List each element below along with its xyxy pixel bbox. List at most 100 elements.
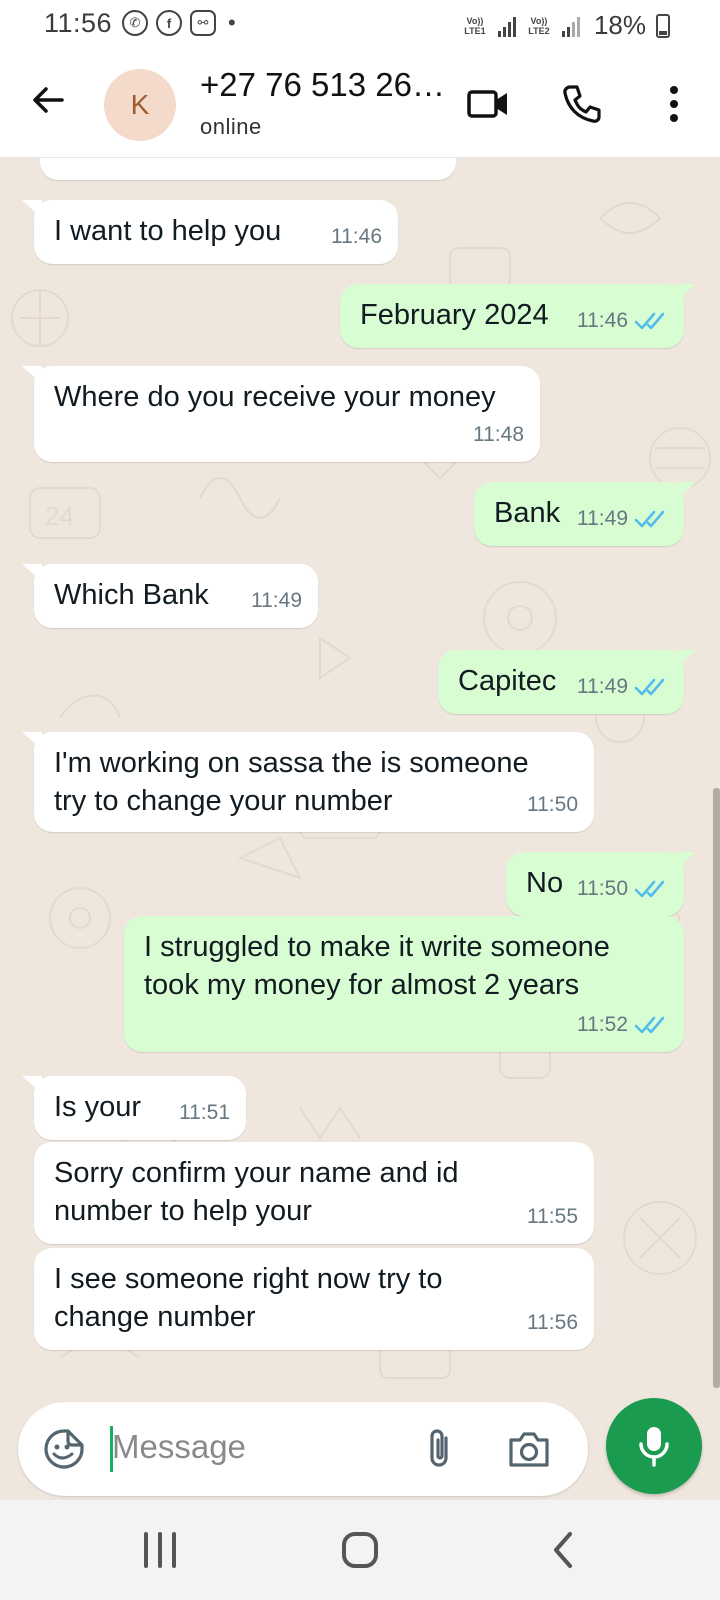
battery-percent: 18% xyxy=(593,10,646,40)
messenger-icon: ⚯ xyxy=(190,10,216,36)
message-text: I see someone right now try to change nu… xyxy=(54,1263,443,1333)
message-text: Which Bank xyxy=(54,579,209,611)
message-text: Where do you receive your money xyxy=(54,381,496,413)
message-meta: 11:52 xyxy=(577,1006,668,1044)
message-meta: 11:49 xyxy=(251,582,302,620)
bubble-tail xyxy=(22,732,42,750)
message-meta: 11:56 xyxy=(527,1304,578,1342)
back-arrow-icon[interactable] xyxy=(28,80,68,120)
message-time: 11:46 xyxy=(577,309,628,332)
partial-message-bubble xyxy=(40,158,456,180)
whatsapp-icon: ✆ xyxy=(122,10,148,36)
message-meta: 11:50 xyxy=(527,786,578,824)
incoming-message[interactable]: Where do you receive your money 11:48 xyxy=(22,366,540,462)
message-time: 11:49 xyxy=(577,507,628,530)
outgoing-message[interactable]: February 2024 11:46 xyxy=(340,284,696,348)
outgoing-message[interactable]: No 11:50 xyxy=(506,852,696,916)
message-meta: 11:49 xyxy=(577,668,668,706)
incoming-message[interactable]: I see someone right now try to change nu… xyxy=(34,1248,594,1350)
message-time: 11:46 xyxy=(331,225,382,248)
bubble-tail xyxy=(676,482,696,500)
message-time: 11:48 xyxy=(473,423,524,446)
avatar-letter: K xyxy=(130,89,150,120)
read-receipt-icon xyxy=(634,1016,665,1034)
recent-apps-icon[interactable] xyxy=(140,1530,180,1570)
message-text: I'm working on sassa the is someone try … xyxy=(54,747,529,817)
video-call-icon[interactable] xyxy=(466,82,510,126)
bubble-tail xyxy=(676,284,696,302)
incoming-message[interactable]: I'm working on sassa the is someone try … xyxy=(22,732,594,832)
read-receipt-icon xyxy=(634,678,665,696)
message-text: February 2024 xyxy=(360,299,549,331)
chat-area[interactable]: 24 I want to help you 11:46 February 2024 1… xyxy=(0,158,720,1400)
contact-name[interactable]: +27 76 513 26… xyxy=(200,66,450,104)
chat-header: K +27 76 513 26… online xyxy=(0,52,720,158)
incoming-message[interactable]: I want to help you 11:46 xyxy=(22,200,398,264)
incoming-message[interactable]: Which Bank 11:49 xyxy=(22,564,318,628)
incoming-message[interactable]: Sorry confirm your name and id number to… xyxy=(34,1142,594,1244)
outgoing-message[interactable]: Bank 11:49 xyxy=(474,482,696,546)
message-time: 11:50 xyxy=(527,793,578,816)
bubble-tail xyxy=(676,852,696,870)
sim2-network-label: Vo)) LTE2 xyxy=(528,15,550,36)
bubble-tail xyxy=(22,200,42,218)
outgoing-message[interactable]: Capitec 11:49 xyxy=(438,650,696,714)
message-time: 11:52 xyxy=(577,1013,628,1036)
more-notifications-dot: • xyxy=(228,10,236,35)
sim1-network-label: Vo)) LTE1 xyxy=(464,15,486,36)
camera-icon[interactable] xyxy=(506,1428,552,1470)
read-receipt-icon xyxy=(634,510,665,528)
message-meta: 11:48 xyxy=(473,416,524,454)
incoming-message[interactable]: Is your 11:51 xyxy=(22,1076,246,1140)
message-input-container[interactable]: Message xyxy=(18,1402,588,1496)
home-icon[interactable] xyxy=(340,1530,380,1570)
contact-status: online xyxy=(200,114,262,139)
message-text: Bank xyxy=(494,497,561,529)
bubble-tail xyxy=(22,366,42,384)
message-text: Sorry confirm your name and id number to… xyxy=(54,1157,459,1227)
message-meta: 11:50 xyxy=(577,870,668,908)
bubble-tail xyxy=(22,564,42,582)
message-time: 11:51 xyxy=(179,1101,230,1124)
mic-icon xyxy=(639,1427,669,1467)
composer-bar: Message xyxy=(0,1398,720,1500)
message-time: 11:49 xyxy=(251,589,302,612)
status-right: Vo)) LTE1 Vo)) LTE2 18% xyxy=(460,10,670,41)
avatar[interactable]: K xyxy=(104,69,176,141)
message-meta: 11:51 xyxy=(179,1094,230,1132)
status-bar: 11:56 ✆ f ⚯ • Vo)) LTE1 Vo)) LTE2 18% xyxy=(0,0,720,52)
message-meta: 11:55 xyxy=(527,1198,578,1236)
message-text: Is your xyxy=(54,1091,142,1123)
scrollbar[interactable] xyxy=(713,788,720,1388)
signal-strength-icon xyxy=(497,15,516,37)
read-receipt-icon xyxy=(634,880,665,898)
message-text: Capitec xyxy=(458,665,557,697)
message-text: I want to help you xyxy=(54,215,282,247)
back-icon[interactable] xyxy=(548,1530,578,1570)
message-time: 11:56 xyxy=(527,1311,578,1334)
message-meta: 11:49 xyxy=(577,500,668,538)
signal-strength-icon xyxy=(561,15,580,37)
notification-icons: ✆ f ⚯ • xyxy=(122,10,236,36)
message-time: 11:50 xyxy=(577,877,628,900)
status-time: 11:56 xyxy=(44,8,113,38)
message-time: 11:55 xyxy=(527,1205,578,1228)
bubble-tail xyxy=(676,650,696,668)
message-text: No xyxy=(526,867,564,899)
battery-icon xyxy=(656,13,670,38)
system-nav-bar xyxy=(0,1500,720,1600)
facebook-icon: f xyxy=(156,10,182,36)
message-time: 11:49 xyxy=(577,675,628,698)
message-meta: 11:46 xyxy=(577,302,668,340)
message-meta: 11:46 xyxy=(331,218,382,256)
attach-clip-icon[interactable] xyxy=(418,1426,462,1472)
emoji-sticker-icon[interactable] xyxy=(42,1427,86,1471)
message-input[interactable]: Message xyxy=(112,1428,246,1466)
message-text: I struggled to make it write someone too… xyxy=(144,931,610,1001)
bubble-tail xyxy=(22,1076,42,1094)
mic-button[interactable] xyxy=(606,1398,702,1494)
phone-call-icon[interactable] xyxy=(560,82,604,126)
outgoing-message[interactable]: I struggled to make it write someone too… xyxy=(124,916,684,1052)
more-vert-icon[interactable] xyxy=(652,82,696,126)
read-receipt-icon xyxy=(634,312,665,330)
